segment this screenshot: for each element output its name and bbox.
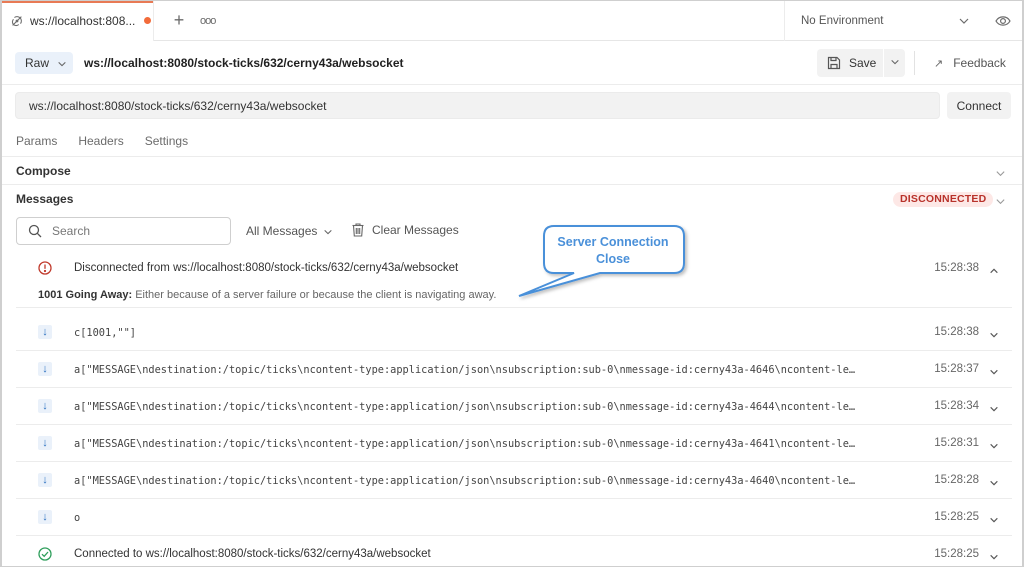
message-row[interactable]: ↓ a["MESSAGE\ndestination:/topic/ticks\n… [16,462,1012,499]
websocket-icon [10,14,24,28]
tab-headers[interactable]: Headers [78,134,123,148]
message-row[interactable]: ↓ a["MESSAGE\ndestination:/topic/ticks\n… [16,425,1012,462]
chevron-down-icon [57,58,67,68]
message-row[interactable]: ↓ a["MESSAGE\ndestination:/topic/ticks\n… [16,351,1012,388]
clear-messages-button[interactable]: Clear Messages [352,223,459,237]
close-reason: 1001 Going Away: Either because of a ser… [38,289,496,301]
annotation-callout: Server Connection Close [518,225,686,297]
save-options-button[interactable] [884,49,905,77]
message-text: Disconnected from ws://localhost:8080/st… [74,262,459,274]
message-text: a["MESSAGE\ndestination:/topic/ticks\nco… [74,364,856,376]
mode-label: Raw [25,56,50,70]
close-code: 1001 Going Away: [38,289,133,301]
tab-bar: ws://localhost:808... + ooo No Environme… [2,1,1022,41]
new-tab-button[interactable]: + [168,10,190,31]
close-reason-text: Either because of a server failure or be… [132,289,497,301]
request-tab[interactable]: ws://localhost:808... [2,1,154,41]
message-filter-dropdown[interactable]: All Messages [246,224,333,238]
chevron-down-icon[interactable] [989,475,999,486]
environment-label: No Environment [801,15,884,27]
message-time: 15:28:34 [934,400,979,412]
messages-section-header[interactable]: Messages DISCONNECTED [2,184,1022,213]
arrow-down-icon: ↓ [38,325,52,339]
message-row[interactable]: ↓ o 15:28:25 [16,499,1012,536]
message-text: o [74,512,81,524]
message-text: c[1001,""] [74,327,136,339]
compose-section-header[interactable]: Compose [2,156,1022,185]
save-button[interactable]: Save [817,49,883,77]
chevron-down-icon[interactable] [989,512,999,523]
message-time: 15:28:25 [934,511,979,523]
search-input[interactable] [52,224,212,238]
message-time: 15:28:37 [934,363,979,375]
trash-icon [352,223,364,237]
message-text: a["MESSAGE\ndestination:/topic/ticks\nco… [74,475,856,487]
connect-button[interactable]: Connect [947,92,1011,119]
chevron-down-icon[interactable] [989,364,999,375]
unsaved-indicator [144,17,152,24]
more-tabs-button[interactable]: ooo [200,15,216,27]
callout-line-2: Close [595,252,631,266]
mode-dropdown[interactable]: Raw [15,52,73,74]
error-circle-icon [38,261,52,275]
chevron-down-icon [995,166,1006,177]
chevron-down-icon[interactable] [989,327,999,338]
chevron-down-icon [323,226,333,236]
tab-params[interactable]: Params [16,134,57,148]
arrow-down-icon: ↓ [38,510,52,524]
callout-line-1: Server Connection [557,235,669,249]
search-icon [28,224,42,238]
external-link-icon: ↗ [934,57,944,70]
arrow-down-icon: ↓ [38,362,52,376]
messages-title: Messages [16,192,74,206]
chevron-up-icon[interactable] [989,263,999,274]
url-input[interactable]: ws://localhost:8080/stock-ticks/632/cern… [15,92,940,119]
message-time: 15:28:38 [934,326,979,338]
chevron-down-icon[interactable] [989,438,999,449]
chevron-down-icon[interactable] [989,549,999,560]
clear-messages-label: Clear Messages [372,223,459,237]
url-value: ws://localhost:8080/stock-ticks/632/cern… [29,98,327,113]
save-icon [827,56,841,70]
tab-label: ws://localhost:808... [30,13,136,28]
message-filter-label: All Messages [246,224,318,238]
request-tabs: Params Headers Settings [16,134,209,148]
chevron-down-icon[interactable] [989,401,999,412]
arrow-down-icon: ↓ [38,473,52,487]
tab-settings[interactable]: Settings [145,134,188,148]
search-field[interactable] [16,217,231,245]
message-row-connected[interactable]: Connected to ws://localhost:8080/stock-t… [16,536,1012,566]
status-badge: DISCONNECTED [893,192,994,207]
compose-title: Compose [16,164,71,178]
arrow-down-icon: ↓ [38,399,52,413]
feedback-label: Feedback [953,56,1006,70]
environment-selector[interactable]: No Environment [784,1,984,41]
chevron-down-icon [995,194,1006,205]
callout-text: Server Connection Close [542,234,684,268]
message-time: 15:28:31 [934,437,979,449]
message-time: 15:28:38 [934,262,979,274]
message-row[interactable]: ↓ c[1001,""] 15:28:38 [16,314,1012,351]
divider [914,51,915,75]
message-text: Connected to ws://localhost:8080/stock-t… [74,548,431,560]
chevron-down-icon [890,54,900,72]
message-time: 15:28:28 [934,474,979,486]
feedback-link[interactable]: ↗ Feedback [934,56,1006,70]
save-label: Save [849,56,877,70]
save-button-group: Save [817,49,905,77]
message-text: a["MESSAGE\ndestination:/topic/ticks\nco… [74,438,856,450]
message-text: a["MESSAGE\ndestination:/topic/ticks\nco… [74,401,856,413]
arrow-down-icon: ↓ [38,436,52,450]
websocket-client-window: ws://localhost:808... + ooo No Environme… [0,0,1024,567]
message-row[interactable]: ↓ a["MESSAGE\ndestination:/topic/ticks\n… [16,388,1012,425]
check-circle-icon [38,547,52,561]
request-name[interactable]: ws://localhost:8080/stock-ticks/632/cern… [84,56,404,70]
chevron-down-icon [958,14,970,26]
message-time: 15:28:25 [934,548,979,560]
eye-icon[interactable] [995,14,1011,28]
